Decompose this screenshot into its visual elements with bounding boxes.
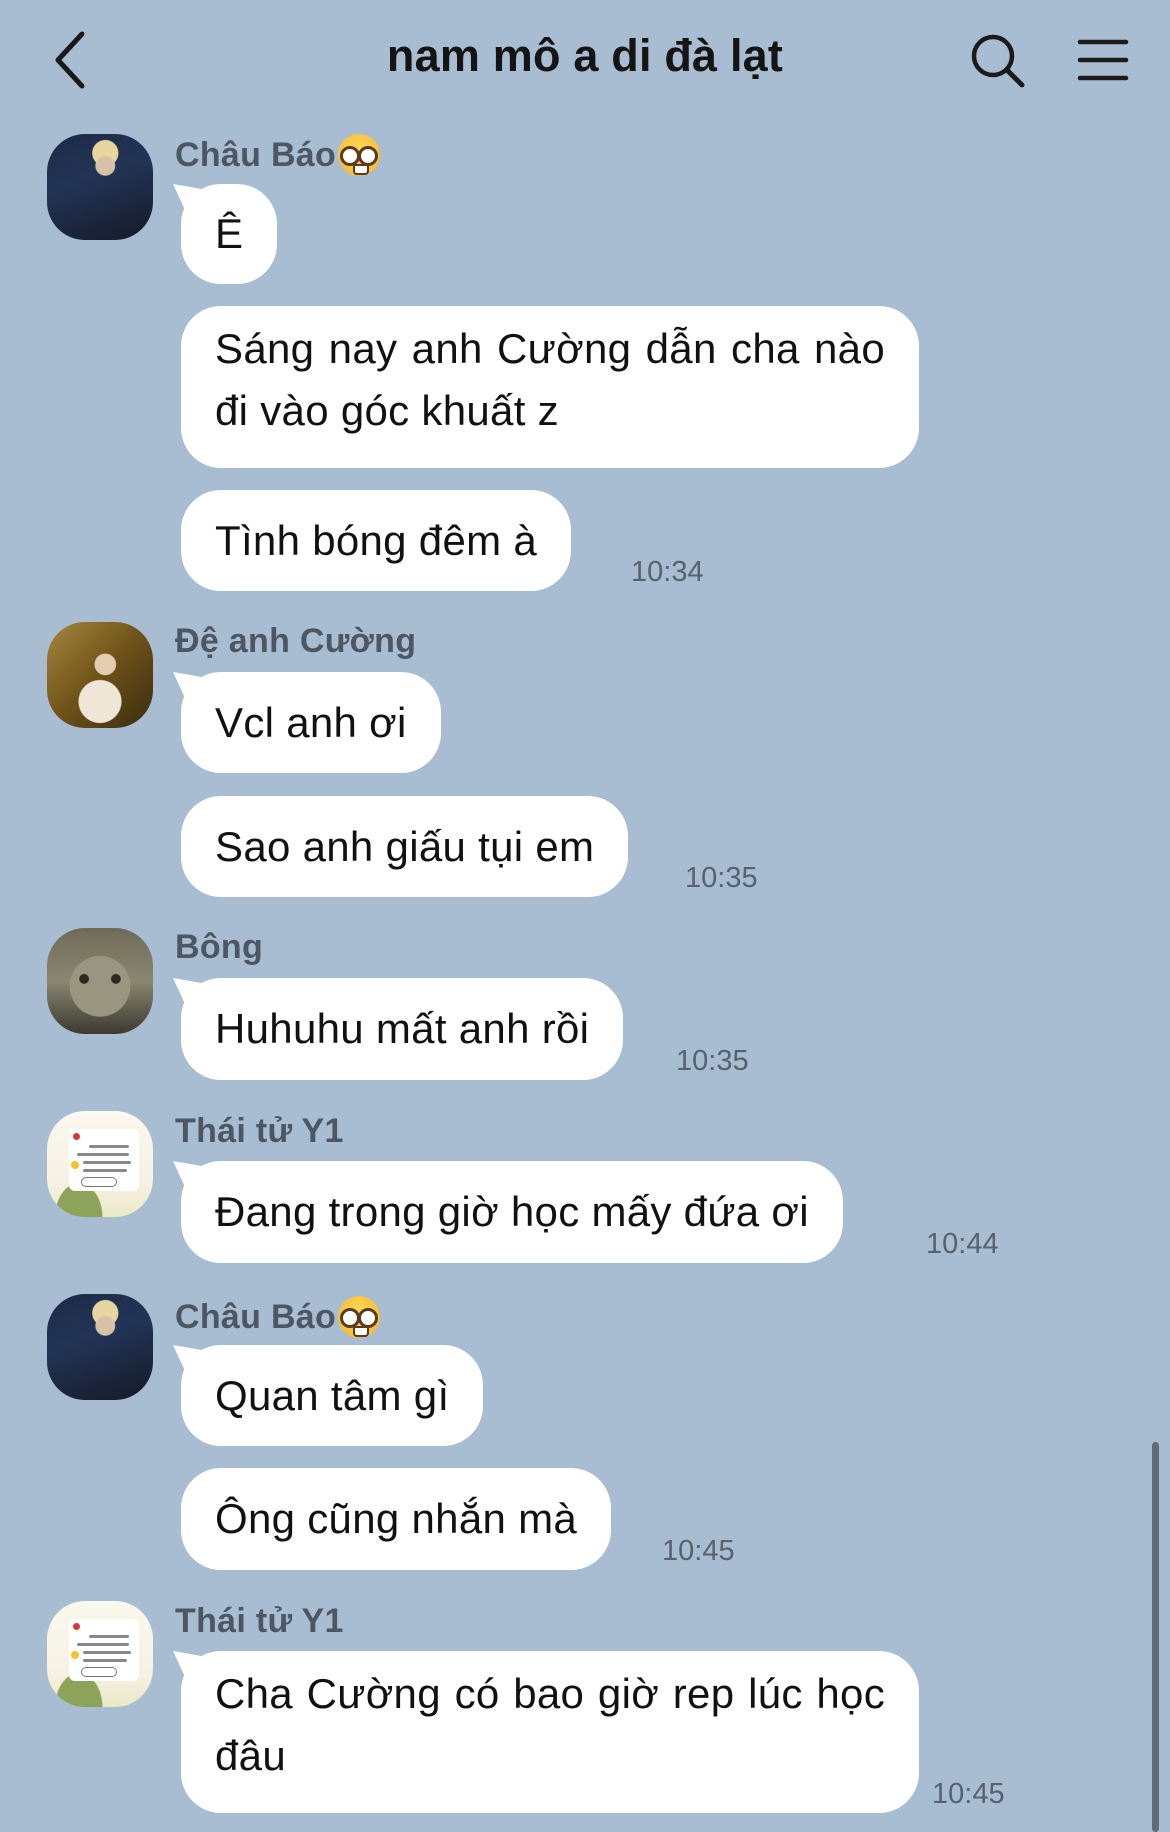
message-time: 10:45 xyxy=(932,1778,1005,1810)
message-bubble[interactable]: Ê xyxy=(181,184,278,284)
sender-name: Bông xyxy=(175,928,264,966)
search-icon xyxy=(971,34,1025,88)
message-time: 10:45 xyxy=(662,1535,735,1567)
avatar-chau-bao[interactable] xyxy=(47,134,153,240)
message-bubble[interactable]: Vcl anh ơi xyxy=(181,672,441,773)
message-bubble[interactable]: Tình bóng đêm à xyxy=(181,490,572,591)
hamburger-menu-icon xyxy=(1077,39,1129,81)
sender-name: Châu Báo xyxy=(175,1296,381,1338)
search-button[interactable] xyxy=(965,28,1029,92)
avatar-thai-tu-y1[interactable] xyxy=(47,1111,153,1217)
sender-name: Đệ anh Cường xyxy=(175,622,417,660)
message-bubble[interactable]: Quan tâm gì xyxy=(181,1345,484,1446)
message-bubble[interactable]: Cha Cường có bao giờ rep lúc học đâu xyxy=(181,1651,919,1813)
avatar-de-anh-cuong[interactable] xyxy=(47,622,153,728)
avatar-thai-tu-y1[interactable] xyxy=(47,1601,153,1707)
sender-name: Thái tử Y1 xyxy=(175,1112,344,1150)
nerd-face-emoji-icon xyxy=(338,1296,381,1338)
sender-name: Châu Báo xyxy=(175,134,381,176)
sender-name: Thái tử Y1 xyxy=(175,1602,344,1640)
message-time: 10:34 xyxy=(631,556,704,588)
message-time: 10:44 xyxy=(926,1228,999,1260)
message-time: 10:35 xyxy=(676,1045,749,1077)
message-bubble[interactable]: Ông cũng nhắn mà xyxy=(181,1468,612,1570)
avatar-bong[interactable] xyxy=(47,928,153,1034)
message-bubble[interactable]: Sao anh giấu tụi em xyxy=(181,796,629,897)
message-bubble[interactable]: Đang trong giờ học mấy đứa ơi xyxy=(181,1161,843,1263)
message-bubble[interactable]: Huhuhu mất anh rồi xyxy=(181,978,624,1080)
menu-button[interactable] xyxy=(1073,30,1133,90)
scrollbar[interactable] xyxy=(1152,1442,1159,1832)
chat-header: nam mô a di đà lạt xyxy=(0,0,1170,122)
message-time: 10:35 xyxy=(685,862,758,894)
avatar-chau-bao[interactable] xyxy=(47,1294,153,1400)
message-bubble[interactable]: Sáng nay anh Cường dẫn cha nào đi vào gó… xyxy=(181,306,919,468)
nerd-face-emoji-icon xyxy=(338,134,381,176)
